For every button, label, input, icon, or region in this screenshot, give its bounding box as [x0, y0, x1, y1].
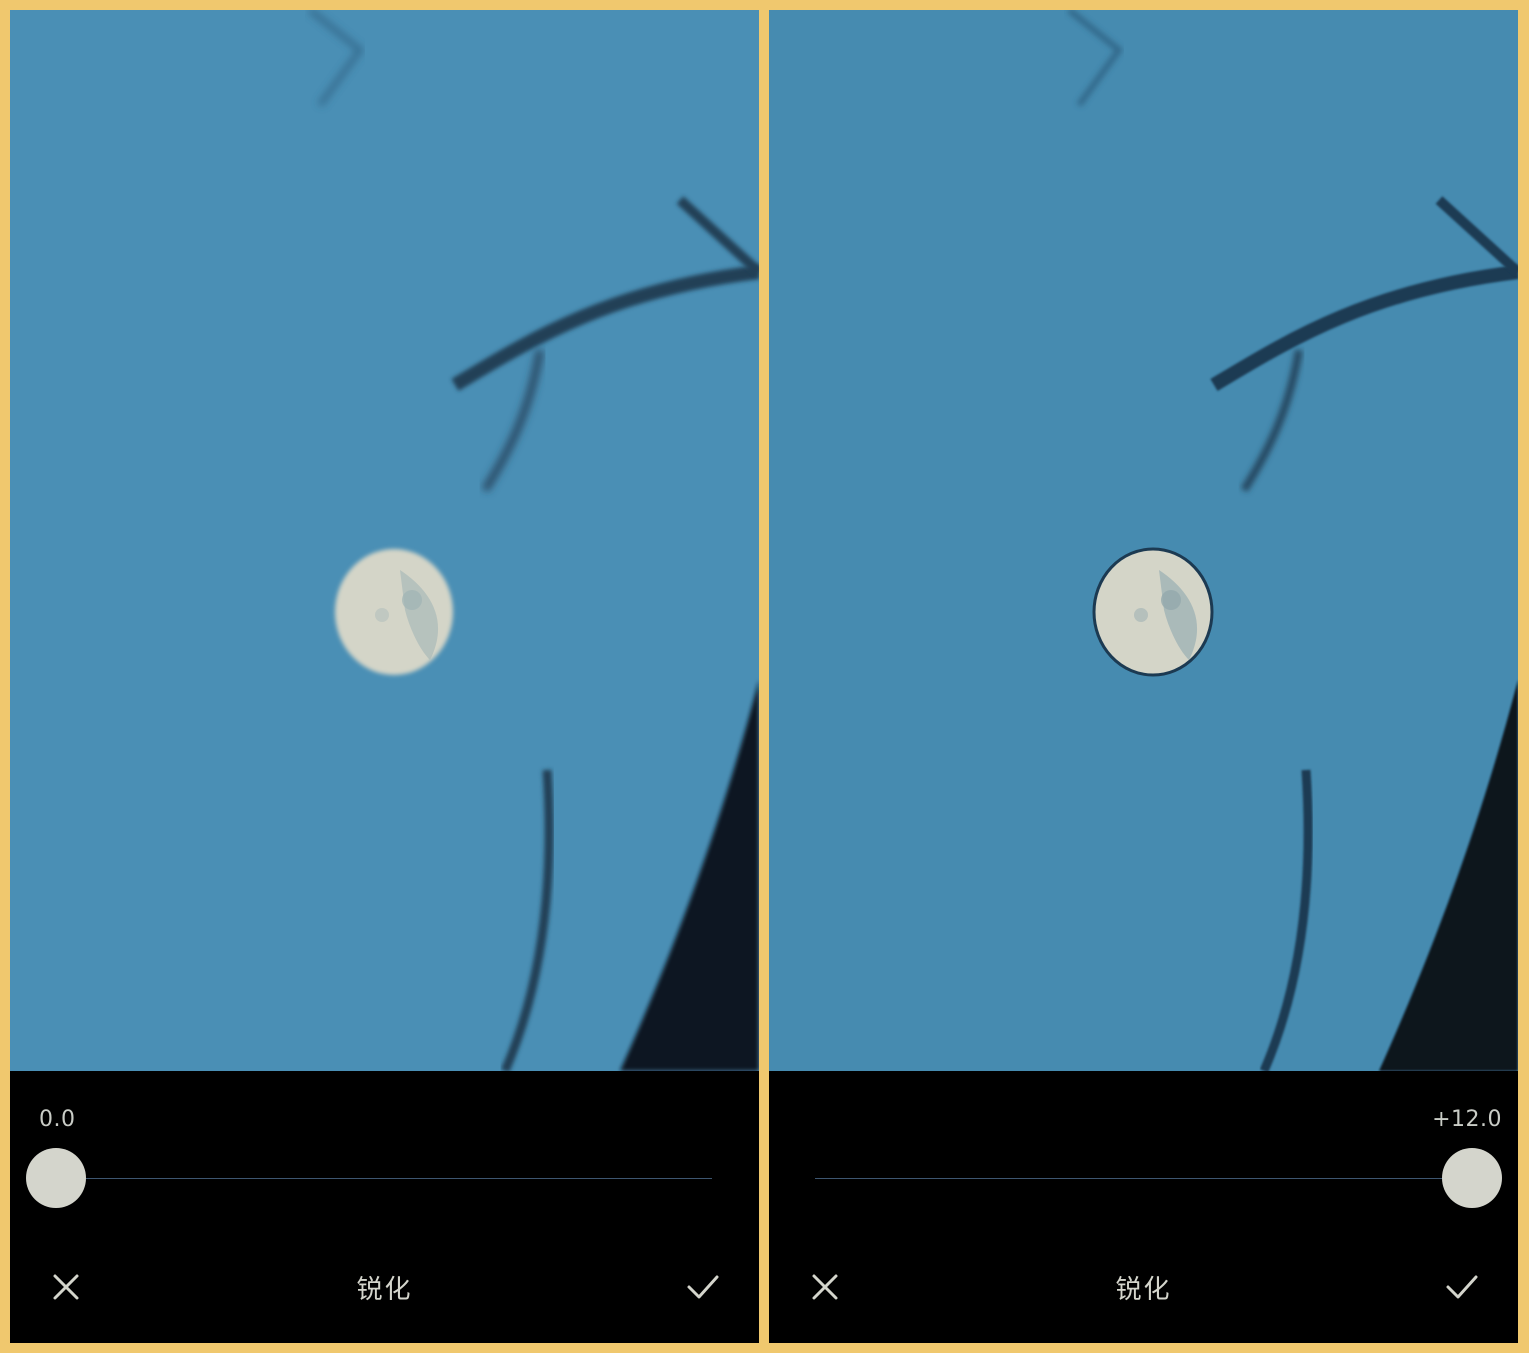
adjustment-controls: 0.0 锐化 [10, 1071, 759, 1343]
confirm-button[interactable] [683, 1267, 723, 1307]
photo-preview [769, 10, 1518, 1071]
editor-panel-before: 0.0 锐化 [10, 10, 759, 1343]
tool-title: 锐化 [356, 1275, 413, 1305]
slider-thumb[interactable] [26, 1148, 86, 1208]
slider-track[interactable] [56, 1178, 712, 1179]
tool-title: 锐化 [1115, 1275, 1172, 1305]
editor-panel-after: +12.0 锐化 [769, 10, 1518, 1343]
bottom-toolbar: 锐化 [10, 1251, 759, 1321]
checkmark-icon [1446, 1275, 1478, 1299]
slider-thumb[interactable] [1442, 1148, 1502, 1208]
moon-shape [335, 549, 453, 675]
slider-value-label: +12.0 [1432, 1107, 1502, 1132]
confirm-button[interactable] [1442, 1267, 1482, 1307]
photo-image [10, 10, 759, 1071]
bottom-toolbar: 锐化 [769, 1251, 1518, 1321]
slider-value-label: 0.0 [39, 1107, 76, 1132]
photo-preview [10, 10, 759, 1071]
checkmark-icon [687, 1275, 719, 1299]
adjustment-controls: +12.0 锐化 [769, 1071, 1518, 1343]
photo-image [769, 10, 1518, 1071]
slider-track[interactable] [815, 1178, 1471, 1179]
moon-shape [1092, 547, 1214, 677]
